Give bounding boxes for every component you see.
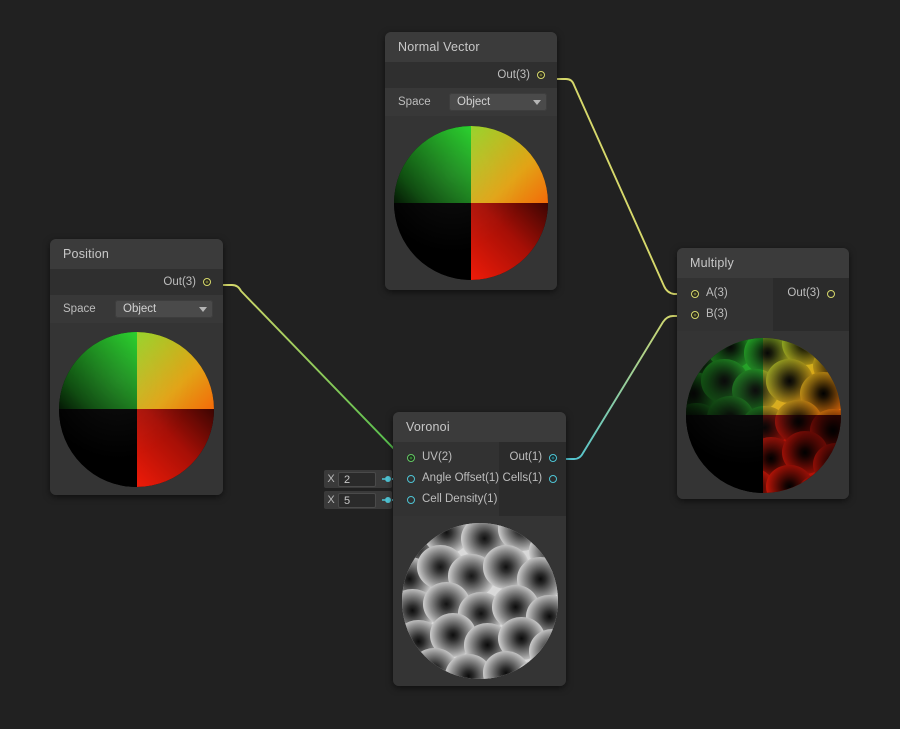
node-title-position: Position xyxy=(50,239,223,269)
edge-voronoi-to-multiply-b xyxy=(561,315,679,460)
control-row-normal-vector-space[interactable]: Space Object xyxy=(385,88,557,116)
quad-top-right xyxy=(136,331,214,409)
quadrant-gradient xyxy=(59,331,214,487)
quad-top-right xyxy=(471,126,548,203)
port-dot-position-out[interactable] xyxy=(203,278,211,286)
output-ports-multiply: Out(3) xyxy=(773,278,849,331)
quad-top-left xyxy=(59,331,137,409)
voronoi-pattern-overlay xyxy=(685,337,841,493)
input-ports-voronoi: UV(2) Angle Offset(1) Cell Density(1) xyxy=(393,442,500,516)
preview-position[interactable] xyxy=(50,323,223,495)
control-row-position-space[interactable]: Space Object xyxy=(50,295,223,323)
port-row-voronoi-uv[interactable]: UV(2) xyxy=(393,447,499,468)
port-label-voronoi-cell-density: Cell Density(1) xyxy=(422,493,498,505)
port-row-multiply-b[interactable]: B(3) xyxy=(677,304,773,325)
port-dot-multiply-b[interactable] xyxy=(691,310,699,319)
port-label-position-out: Out(3) xyxy=(163,276,196,288)
port-row-position-out[interactable]: Out(3) xyxy=(50,269,223,295)
port-dot-voronoi-uv[interactable] xyxy=(407,453,415,462)
port-dot-multiply-out[interactable] xyxy=(827,289,835,298)
dropdown-value-space: Object xyxy=(457,96,491,108)
number-field-cell-density[interactable]: 5 xyxy=(338,492,376,508)
node-multiply[interactable]: Multiply A(3) B(3) Out(3) xyxy=(677,248,849,499)
port-label-voronoi-out: Out(1) xyxy=(509,451,543,463)
input-ports-multiply: A(3) B(3) xyxy=(677,278,773,331)
preview-sphere-multiply xyxy=(685,337,841,493)
node-title-multiply: Multiply xyxy=(677,248,849,278)
dropdown-normal-vector-space[interactable]: Object xyxy=(449,93,547,111)
port-dot-multiply-a[interactable] xyxy=(691,289,699,298)
axis-label-x: X xyxy=(327,494,335,506)
node-title-voronoi: Voronoi xyxy=(393,412,566,442)
port-label-multiply-a: A(3) xyxy=(706,287,728,299)
port-region-multiply: A(3) B(3) Out(3) xyxy=(677,278,849,331)
port-dot-normal-vector-out[interactable] xyxy=(537,71,545,79)
port-label-normal-vector-out: Out(3) xyxy=(497,69,530,81)
control-label-space: Space xyxy=(63,303,96,315)
port-row-multiply-out[interactable]: Out(3) xyxy=(773,283,849,304)
number-field-angle-offset[interactable]: 2 xyxy=(338,471,376,487)
edge-position-to-voronoi xyxy=(218,284,410,460)
graph-canvas[interactable]: Normal Vector Out(3) Space Object Positi… xyxy=(0,0,900,729)
preview-voronoi[interactable] xyxy=(393,516,566,686)
quad-top-left xyxy=(394,126,471,203)
preview-sphere-voronoi xyxy=(401,523,558,679)
axis-label-x: X xyxy=(327,473,335,485)
port-region-voronoi: UV(2) Angle Offset(1) Cell Density(1) Ou… xyxy=(393,442,566,516)
chevron-down-icon xyxy=(533,99,541,105)
preview-multiply[interactable] xyxy=(677,331,849,499)
dropdown-position-space[interactable]: Object xyxy=(115,300,213,318)
port-row-voronoi-cells[interactable]: Cells(1) xyxy=(499,468,566,489)
port-row-voronoi-angle-offset[interactable]: Angle Offset(1) xyxy=(393,468,499,489)
port-row-multiply-a[interactable]: A(3) xyxy=(677,283,773,304)
port-label-voronoi-cells: Cells(1) xyxy=(502,472,543,484)
quad-bottom-left xyxy=(59,409,137,487)
port-dot-voronoi-out[interactable] xyxy=(549,453,558,462)
node-position[interactable]: Position Out(3) Space Object xyxy=(50,239,223,495)
port-dot-voronoi-cell-density[interactable] xyxy=(407,495,415,504)
quadrant-gradient xyxy=(394,126,548,280)
voronoi-pattern xyxy=(401,523,558,679)
control-label-space: Space xyxy=(398,96,431,108)
port-dot-voronoi-angle-offset[interactable] xyxy=(407,474,415,483)
node-voronoi[interactable]: Voronoi UV(2) Angle Offset(1) Cell Densi… xyxy=(393,412,566,686)
preview-sphere-normal-vector xyxy=(394,126,548,280)
chevron-down-icon xyxy=(199,306,207,312)
port-label-voronoi-angle-offset: Angle Offset(1) xyxy=(422,472,500,484)
dropdown-value-space: Object xyxy=(123,303,157,315)
quad-bottom-right xyxy=(136,409,214,487)
port-dot-voronoi-cells[interactable] xyxy=(549,474,558,483)
output-ports-voronoi: Out(1) Cells(1) xyxy=(499,442,566,516)
node-normal-vector[interactable]: Normal Vector Out(3) Space Object xyxy=(385,32,557,290)
node-title-normal-vector: Normal Vector xyxy=(385,32,557,62)
preview-sphere-position xyxy=(59,331,214,487)
port-row-normal-vector-out[interactable]: Out(3) xyxy=(385,62,557,88)
port-row-voronoi-out[interactable]: Out(1) xyxy=(499,447,566,468)
edge-normalvector-to-multiply-a xyxy=(552,78,679,295)
quad-bottom-left xyxy=(394,203,471,280)
quad-bottom-right xyxy=(471,203,548,280)
preview-normal-vector[interactable] xyxy=(385,116,557,290)
port-row-voronoi-cell-density[interactable]: Cell Density(1) xyxy=(393,489,499,510)
port-label-multiply-out: Out(3) xyxy=(787,287,820,299)
port-label-multiply-b: B(3) xyxy=(706,308,728,320)
port-label-voronoi-uv: UV(2) xyxy=(422,451,453,463)
